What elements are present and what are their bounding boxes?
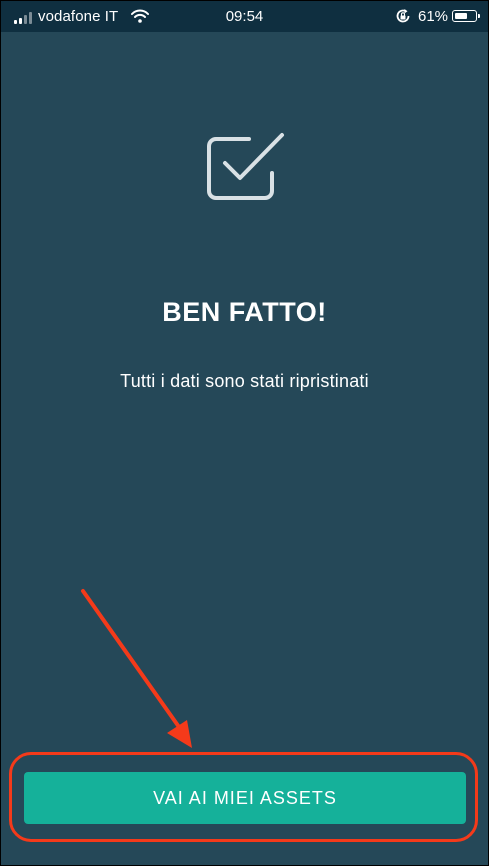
status-bar: vodafone IT 09:54 61% [1, 1, 488, 32]
success-message: Tutti i dati sono stati ripristinati [120, 371, 369, 391]
app-screen: vodafone IT 09:54 61% BEN FATTO! Tutti i… [0, 0, 489, 866]
checkbox-check-icon [207, 133, 284, 200]
rotation-lock-icon [396, 9, 410, 23]
go-to-my-assets-button[interactable]: VAI AI MIEI ASSETS [24, 772, 466, 824]
success-title: BEN FATTO! [162, 297, 327, 327]
status-time: 09:54 [225, 8, 264, 25]
battery-icon [452, 10, 480, 22]
battery-level-fill [454, 12, 467, 19]
battery-percent: 61% [418, 8, 449, 25]
annotation-arrow [81, 589, 192, 748]
